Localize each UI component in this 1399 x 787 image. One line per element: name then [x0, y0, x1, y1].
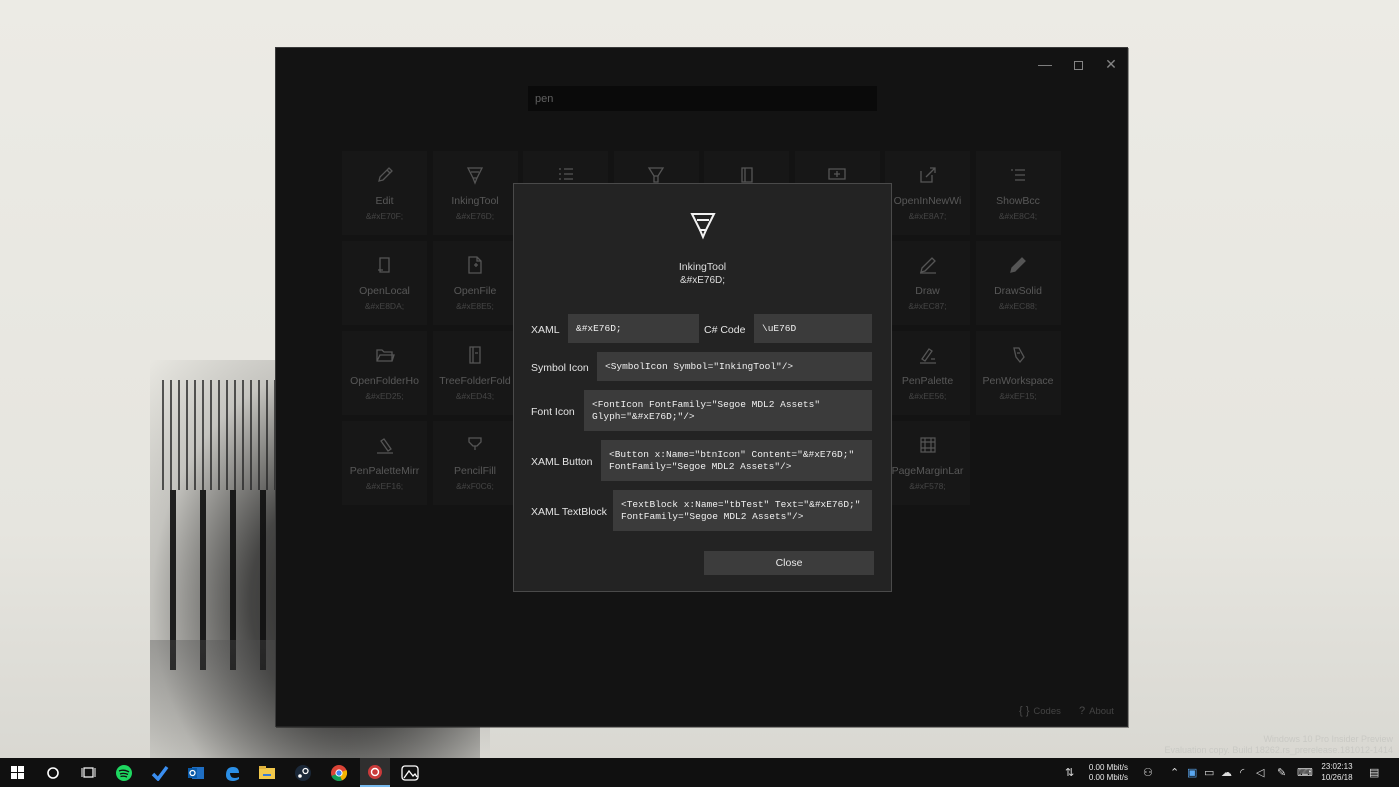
clock-time[interactable]: 23:02:13: [1318, 762, 1356, 772]
xaml-field[interactable]: &#xE76D;: [568, 314, 699, 343]
font-icon-field[interactable]: <FontIcon FontFamily="Segoe MDL2 Assets"…: [584, 390, 872, 431]
chrome-icon[interactable]: [326, 758, 352, 787]
net-down-speed: 0.00 Mbit/s: [1088, 773, 1128, 782]
pier-railing: [162, 380, 277, 490]
photos-icon[interactable]: [397, 758, 423, 787]
clock-date[interactable]: 10/26/18: [1318, 773, 1356, 783]
watermark-line-2: Evaluation copy. Build 18262.rs_prerelea…: [1164, 745, 1394, 755]
todo-icon[interactable]: [147, 758, 173, 787]
csharp-label: C# Code: [704, 324, 746, 336]
pen-workspace-tray-icon[interactable]: ✎: [1277, 766, 1286, 779]
onedrive-icon[interactable]: ☁: [1221, 766, 1232, 779]
icon-detail-dialog: InkingTool &#xE76D; XAML &#xE76D; C# Cod…: [513, 183, 892, 592]
xaml-label: XAML: [531, 324, 560, 336]
watermark-line-1: Windows 10 Pro Insider Preview: [1263, 734, 1393, 744]
task-view-icon[interactable]: [75, 758, 101, 787]
dialog-icon-name: InkingTool: [678, 261, 727, 273]
xaml-textblock-field[interactable]: <TextBlock x:Name="tbTest" Text="&#xE76D…: [613, 490, 872, 531]
action-center-icon[interactable]: ▤: [1369, 766, 1379, 779]
people-icon[interactable]: ⚇: [1143, 766, 1153, 779]
battery-icon[interactable]: ▭: [1204, 766, 1214, 779]
xaml-textblock-label: XAML TextBlock: [531, 506, 607, 518]
defender-icon[interactable]: ▣: [1187, 766, 1197, 779]
windows-start-icon[interactable]: [4, 758, 30, 787]
xaml-button-field[interactable]: <Button x:Name="btnIcon" Content="&#xE76…: [601, 440, 872, 481]
csharp-field[interactable]: \uE76D: [754, 314, 872, 343]
close-dialog-button[interactable]: Close: [704, 551, 874, 575]
symbol-icon-label: Symbol Icon: [531, 362, 589, 374]
xaml-button-label: XAML Button: [531, 456, 593, 468]
dialog-icon-code: &#xE76D;: [679, 275, 726, 286]
inking-tool-icon: [514, 210, 891, 240]
outlook-icon[interactable]: [183, 758, 209, 787]
font-icon-label: Font Icon: [531, 406, 575, 418]
cortana-icon[interactable]: [40, 758, 66, 787]
spotify-icon[interactable]: [111, 758, 137, 787]
steam-icon[interactable]: [290, 758, 316, 787]
app-window: — ✕ Edit&#xE70F;InkingTool&#xE76D;OpenIn…: [275, 47, 1129, 728]
chevron-up-icon[interactable]: ⌃: [1170, 766, 1179, 779]
volume-icon[interactable]: ◁: [1256, 766, 1264, 779]
keyboard-icon[interactable]: ⌨: [1297, 766, 1313, 779]
net-up-speed: 0.00 Mbit/s: [1088, 763, 1128, 772]
symbol-icon-field[interactable]: <SymbolIcon Symbol="InkingTool"/>: [597, 352, 872, 381]
build-watermark: Windows 10 Pro Insider Preview Evaluatio…: [1165, 734, 1394, 756]
icon-app-icon[interactable]: [360, 758, 390, 787]
file-explorer-icon[interactable]: [254, 758, 280, 787]
wifi-icon[interactable]: ◜: [1240, 766, 1244, 779]
taskbar: ⇅ 0.00 Mbit/s 0.00 Mbit/s ⚇ ⌃ ▣ ▭ ☁ ◜ ◁ …: [0, 758, 1399, 787]
network-arrows-icon: ⇅: [1065, 767, 1075, 779]
edge-icon[interactable]: [219, 758, 245, 787]
